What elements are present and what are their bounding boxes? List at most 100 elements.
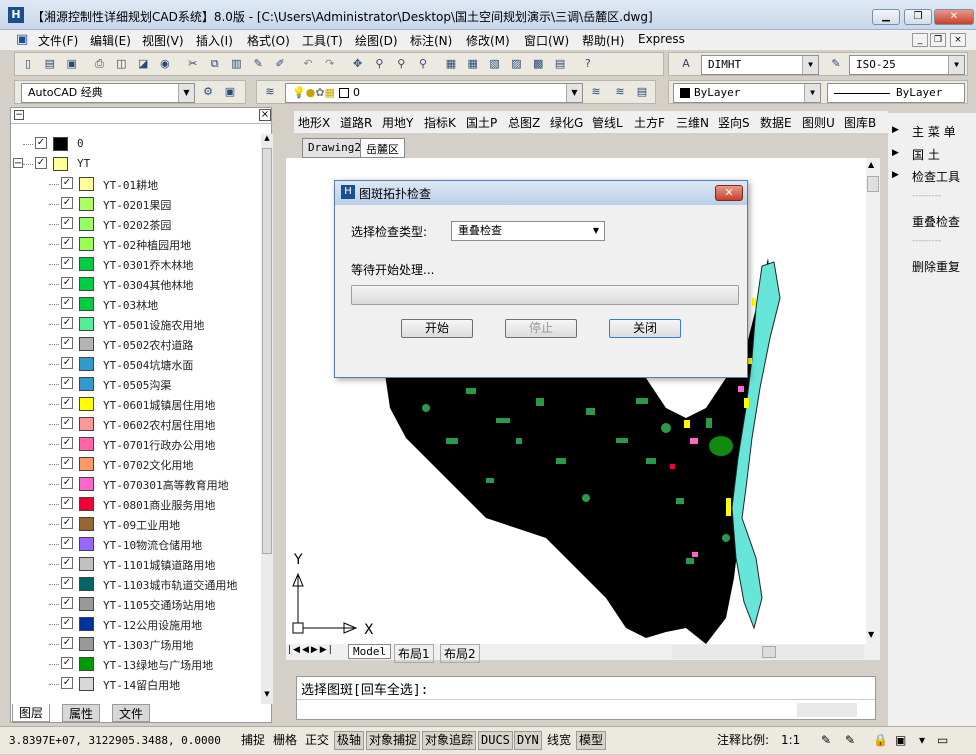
layer-color-swatch[interactable]	[79, 177, 94, 191]
copy-icon[interactable]: ⧉	[206, 55, 224, 73]
layer-color-swatch[interactable]	[79, 617, 94, 631]
layer-visible-checkbox[interactable]: ✓	[35, 157, 47, 169]
layer-visible-checkbox[interactable]: ✓	[61, 557, 73, 569]
menu-edit[interactable]: 编辑(E)	[90, 32, 131, 49]
doc-minimize-button[interactable]: _	[912, 33, 928, 47]
canvas-hscroll-thumb[interactable]	[762, 646, 776, 658]
layer-states-icon[interactable]: ▤	[633, 83, 651, 101]
layer-visible-checkbox[interactable]: ✓	[61, 677, 73, 689]
menu-insert[interactable]: 插入(I)	[196, 32, 233, 49]
preview-icon[interactable]: ◫	[112, 55, 130, 73]
menu-draw[interactable]: 绘图(D)	[355, 32, 398, 49]
menu-format[interactable]: 格式(O)	[247, 32, 290, 49]
layer-row[interactable]: ✓ YT-0202茶园	[11, 214, 259, 234]
layer-visible-checkbox[interactable]: ✓	[61, 617, 73, 629]
xiangyuan-menu-item[interactable]: 道路R	[340, 114, 372, 131]
layer-visible-checkbox[interactable]: ✓	[61, 257, 73, 269]
layer-color-swatch[interactable]	[79, 277, 94, 291]
canvas-scroll-down-icon[interactable]: ▼	[868, 630, 874, 639]
zoom-previous-icon[interactable]: ⚲	[414, 55, 432, 73]
annotation-scale-value[interactable]: 1:1	[778, 731, 803, 750]
xiangyuan-menu-item[interactable]: 竖向S	[718, 114, 750, 131]
layer-color-swatch[interactable]	[79, 537, 94, 551]
layer-row[interactable]: ✓ YT-0602农村居住用地	[11, 414, 259, 434]
dimstyle-select[interactable]: DIMHT ▼	[701, 55, 819, 75]
layer-row[interactable]: ✓ YT-0504坑塘水面	[11, 354, 259, 374]
menu-express[interactable]: Express	[638, 32, 685, 46]
workspace-save-icon[interactable]: ▣	[221, 83, 239, 101]
save-icon[interactable]: ▣	[63, 55, 81, 73]
publish-icon[interactable]: ◪	[134, 55, 152, 73]
new-icon[interactable]: ▯	[19, 55, 37, 73]
xiangyuan-menu-item[interactable]: 图则U	[802, 114, 835, 131]
start-button[interactable]: 开始	[401, 319, 473, 338]
layer-visible-checkbox[interactable]: ✓	[61, 497, 73, 509]
doc-close-button[interactable]: ×	[950, 33, 966, 47]
zoom-window-icon[interactable]: ⚲	[392, 55, 410, 73]
tab-files[interactable]: 文件	[112, 704, 151, 722]
layer-row[interactable]: ✓ YT-1303广场用地	[11, 634, 259, 654]
layer-color-swatch[interactable]	[79, 557, 94, 571]
layer-row[interactable]: ✓ YT-1103城市轨道交通用地	[11, 574, 259, 594]
annotation-autoscale-icon[interactable]: ✎	[842, 731, 858, 750]
layer-color-swatch[interactable]	[53, 137, 68, 151]
layer-visible-checkbox[interactable]: ✓	[61, 397, 73, 409]
status-mode-toggle[interactable]: 线宽	[544, 731, 574, 750]
side-menu-item[interactable]: 国 土	[912, 146, 940, 163]
layer-color-swatch[interactable]	[79, 457, 94, 471]
tree-expander-icon[interactable]: −	[13, 158, 23, 169]
xiangyuan-menu-item[interactable]: 指标K	[424, 114, 456, 131]
close-dialog-button[interactable]: 关闭	[609, 319, 681, 338]
scroll-up-icon[interactable]: ▲	[262, 134, 272, 146]
layer-row[interactable]: ✓ YT-09工业用地	[11, 514, 259, 534]
layer-color-swatch[interactable]	[79, 297, 94, 311]
panel-close-icon[interactable]: ×	[259, 109, 271, 121]
layer-row[interactable]: ✓ YT-02种植园用地	[11, 234, 259, 254]
make-current-icon[interactable]: ≋	[587, 83, 605, 101]
menu-view[interactable]: 视图(V)	[142, 32, 184, 49]
layer-visible-checkbox[interactable]: ✓	[61, 457, 73, 469]
dim-style-icon[interactable]: ✎	[827, 55, 845, 73]
layer-row[interactable]: ✓ YT-1101城镇道路用地	[11, 554, 259, 574]
check-type-select[interactable]: 重叠检查 ▼	[451, 221, 605, 241]
doc-restore-button[interactable]: ❐	[930, 33, 946, 47]
workspace-settings-icon[interactable]: ⚙	[199, 83, 217, 101]
layer-visible-checkbox[interactable]: ✓	[61, 477, 73, 489]
xiangyuan-menu-item[interactable]: 国土P	[466, 114, 497, 131]
layer-visible-checkbox[interactable]: ✓	[61, 637, 73, 649]
layer-row[interactable]: ✓ YT-0201果园	[11, 194, 259, 214]
layer-color-swatch[interactable]	[79, 637, 94, 651]
status-mode-toggle[interactable]: 捕捉	[238, 731, 268, 750]
layer-row[interactable]: ✓ YT-0701行政办公用地	[11, 434, 259, 454]
layer-color-swatch[interactable]	[79, 397, 94, 411]
match-icon[interactable]: ✐	[271, 55, 289, 73]
menu-tools[interactable]: 工具(T)	[302, 32, 343, 49]
command-line[interactable]: 选择图斑[回车全选]:	[296, 676, 876, 720]
zoom-realtime-icon[interactable]: ⚲	[370, 55, 388, 73]
layout-nav-arrows-icon[interactable]: |◀◀▶▶|	[288, 645, 334, 655]
layer-row[interactable]: ✓ YT-0702文化用地	[11, 454, 259, 474]
close-button[interactable]: ✕	[934, 9, 974, 25]
status-mode-toggle[interactable]: 极轴	[334, 731, 365, 750]
xiangyuan-menu-item[interactable]: 土方F	[634, 114, 665, 131]
layer-visible-checkbox[interactable]: ✓	[61, 577, 73, 589]
xiangyuan-menu-item[interactable]: 总图Z	[508, 114, 540, 131]
layer-visible-checkbox[interactable]: ✓	[61, 297, 73, 309]
clean-screen-icon[interactable]: ▭	[934, 731, 951, 750]
status-mode-toggle[interactable]: DYN	[514, 731, 542, 750]
layer-visible-checkbox[interactable]: ✓	[61, 177, 73, 189]
textstyle-select[interactable]: ISO-25 ▼	[849, 55, 965, 75]
xiangyuan-menu-item[interactable]: 绿化G	[550, 114, 583, 131]
linetype-select[interactable]: ByLayer	[827, 83, 965, 103]
layer-row[interactable]: ✓ YT-0502农村道路	[11, 334, 259, 354]
layer-color-swatch[interactable]	[79, 337, 94, 351]
layer-color-swatch[interactable]	[79, 677, 94, 691]
layer-color-swatch[interactable]	[79, 477, 94, 491]
canvas-vscroll[interactable]: ▲ ▼	[866, 158, 880, 644]
lock-icon[interactable]: 🔒	[870, 731, 891, 750]
layer-color-swatch[interactable]	[79, 257, 94, 271]
xiangyuan-menu-item[interactable]: 地形X	[298, 114, 330, 131]
layer-row[interactable]: − ✓ YT	[11, 154, 259, 174]
properties-icon[interactable]: ▦	[442, 55, 460, 73]
sheetset-icon[interactable]: ▨	[507, 55, 525, 73]
